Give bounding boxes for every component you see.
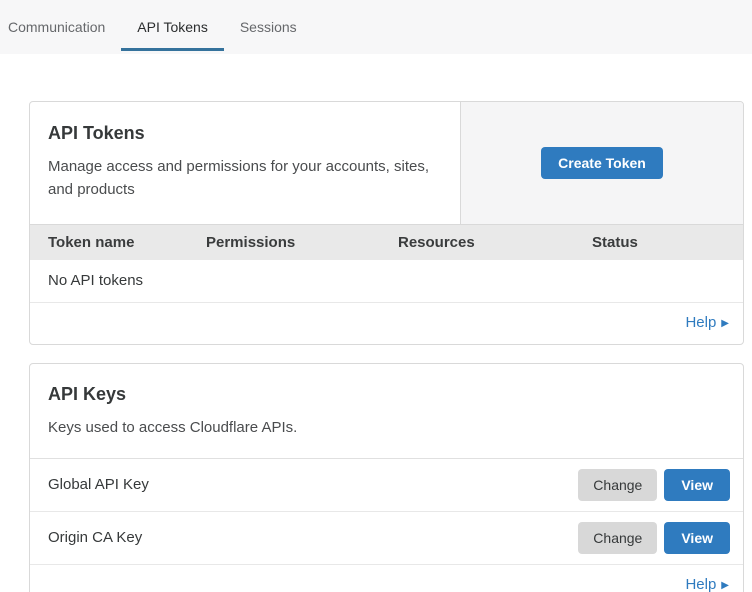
global-api-key-change-button[interactable]: Change [578,469,657,501]
api-keys-card: API Keys Keys used to access Cloudflare … [29,363,744,592]
origin-ca-key-row: Origin CA Key Change View [30,512,743,565]
tab-communication[interactable]: Communication [8,0,121,54]
origin-ca-key-view-button[interactable]: View [664,522,730,554]
api-tokens-card-header: API Tokens Manage access and permissions… [30,102,743,224]
global-api-key-row: Global API Key Change View [30,459,743,512]
keys-help-row: Help ▶ [30,565,743,592]
api-tokens-header-text: API Tokens Manage access and permissions… [30,102,460,224]
tokens-help-label: Help [685,314,716,331]
api-keys-card-header: API Keys Keys used to access Cloudflare … [30,364,743,459]
api-tokens-title: API Tokens [48,123,440,144]
origin-ca-key-actions: Change View [578,522,730,554]
main-content: API Tokens Manage access and permissions… [0,54,752,592]
tab-bar: Communication API Tokens Sessions [0,0,752,54]
tokens-empty-message: No API tokens [30,260,743,303]
tab-sessions[interactable]: Sessions [224,0,313,54]
keys-help-label: Help [685,576,716,592]
tokens-help-link[interactable]: Help ▶ [685,314,729,331]
column-header-resources: Resources [398,234,592,251]
api-keys-title: API Keys [48,384,723,405]
help-arrow-icon: ▶ [721,318,729,329]
keys-help-link[interactable]: Help ▶ [685,576,729,592]
global-api-key-view-button[interactable]: View [664,469,730,501]
create-token-button[interactable]: Create Token [541,147,663,179]
api-tokens-description: Manage access and permissions for your a… [48,155,440,202]
column-header-permissions: Permissions [206,234,398,251]
api-tokens-action-area: Create Token [460,102,743,224]
origin-ca-key-label: Origin CA Key [48,529,142,546]
tokens-table-header: Token name Permissions Resources Status [30,224,743,260]
help-arrow-icon: ▶ [721,580,729,591]
tab-api-tokens[interactable]: API Tokens [121,0,224,54]
global-api-key-label: Global API Key [48,476,149,493]
global-api-key-actions: Change View [578,469,730,501]
column-header-status: Status [592,234,743,251]
api-tokens-card: API Tokens Manage access and permissions… [29,101,744,345]
api-keys-description: Keys used to access Cloudflare APIs. [48,416,723,439]
origin-ca-key-change-button[interactable]: Change [578,522,657,554]
column-header-token-name: Token name [30,234,206,251]
tokens-help-row: Help ▶ [30,303,743,344]
